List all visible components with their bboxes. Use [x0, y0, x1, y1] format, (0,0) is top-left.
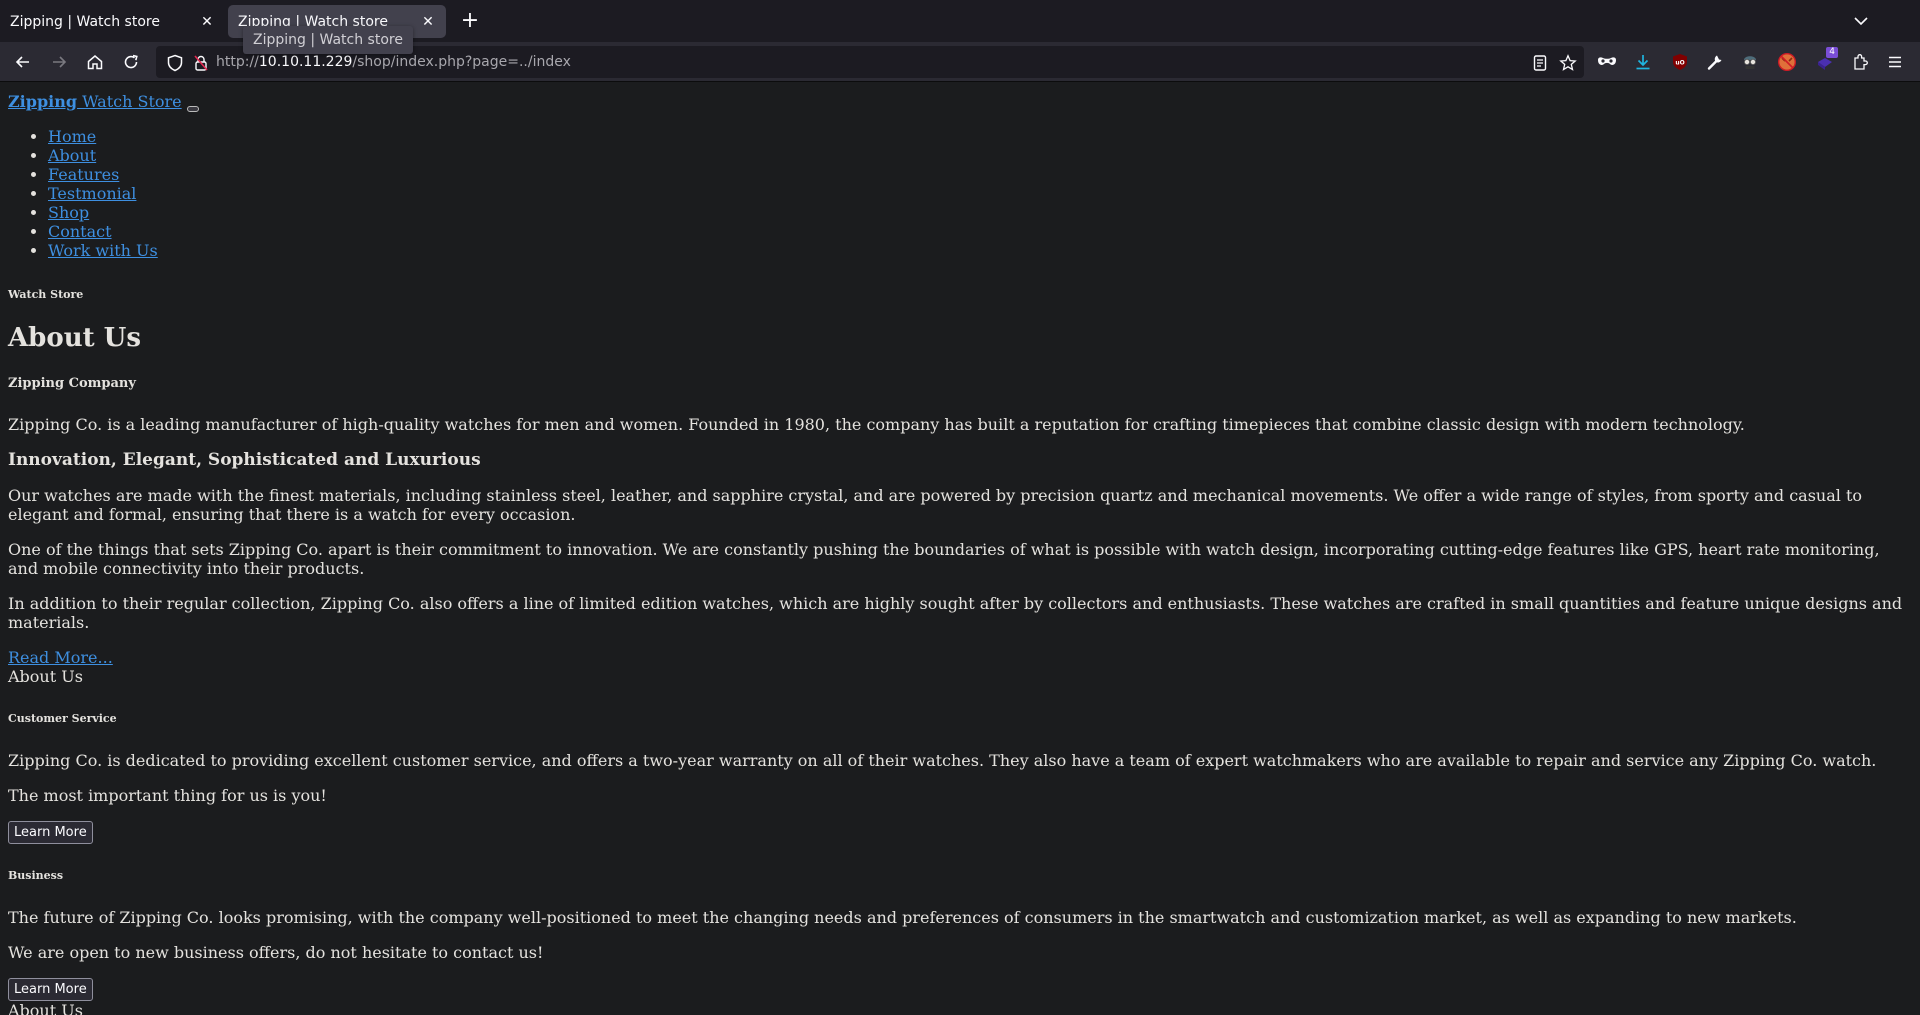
about-paragraph-3: In addition to their regular collection,… — [8, 594, 1903, 632]
download-icon[interactable] — [1629, 48, 1657, 76]
tab-1[interactable]: Zipping | Watch store ✕ — [0, 5, 225, 38]
business-paragraph-1: The future of Zipping Co. looks promisin… — [8, 908, 1797, 927]
nav-link-contact[interactable]: Contact — [48, 222, 112, 241]
close-tab-icon[interactable]: ✕ — [199, 14, 215, 30]
business-heading: Business — [8, 869, 64, 882]
about-subheading: Innovation, Elegant, Sophisticated and L… — [8, 450, 481, 470]
about-paragraph-2: One of the things that sets Zipping Co. … — [8, 540, 1880, 578]
company-heading: Zipping Company — [8, 376, 136, 391]
customer-service-paragraph-1: Zipping Co. is dedicated to providing ex… — [8, 751, 1877, 770]
customer-service-paragraph-2: The most important thing for us is you! — [8, 786, 327, 805]
nav-item-features: Features — [48, 165, 158, 184]
main-nav: Home About Features Testmonial Shop Cont… — [8, 127, 158, 260]
spy-extension-icon[interactable] — [1736, 48, 1764, 76]
nav-item-about: About — [48, 146, 158, 165]
wrench-icon[interactable] — [1701, 48, 1729, 76]
customer-service-heading: Customer Service — [8, 712, 117, 725]
read-more-link[interactable]: Read More... — [8, 648, 113, 667]
business-paragraph-2: We are open to new business offers, do n… — [8, 943, 544, 962]
nav-item-shop: Shop — [48, 203, 158, 222]
section-eyebrow: Watch Store — [8, 288, 84, 301]
brand-bold: Zipping — [8, 92, 78, 111]
bookmark-star-icon[interactable] — [1559, 54, 1577, 72]
nav-link-features[interactable]: Features — [48, 165, 119, 184]
nav-link-shop[interactable]: Shop — [48, 203, 89, 222]
extensions-puzzle-icon[interactable] — [1846, 48, 1874, 76]
tab-title: Zipping | Watch store — [10, 13, 160, 30]
ublock-icon[interactable]: uO — [1666, 48, 1694, 76]
shield-icon[interactable] — [166, 54, 184, 72]
nav-item-testimonial: Testmonial — [48, 184, 158, 203]
tab-tooltip: Zipping | Watch store — [243, 26, 413, 54]
back-icon[interactable] — [9, 48, 37, 76]
svg-text:uO: uO — [1675, 60, 1684, 67]
url-host: 10.10.11.229 — [258, 54, 353, 70]
about-image-alt-text: About Us — [8, 667, 83, 686]
nav-link-about[interactable]: About — [48, 146, 96, 165]
customer-service-learn-more-button[interactable]: Learn More — [8, 821, 93, 844]
brand-link[interactable]: Zipping Watch Store — [8, 92, 182, 111]
nav-item-home: Home — [48, 127, 158, 146]
nav-link-testimonial[interactable]: Testmonial — [48, 184, 136, 203]
url-scheme: http:// — [216, 54, 259, 70]
extension-badge-count: 4 — [1826, 47, 1838, 58]
about-paragraph-1: Our watches are made with the finest mat… — [8, 486, 1863, 524]
forward-icon[interactable] — [45, 48, 73, 76]
business-image-alt-text: About Us — [8, 1001, 83, 1015]
insecure-lock-icon[interactable] — [192, 54, 210, 72]
home-icon[interactable] — [81, 48, 109, 76]
new-tab-button[interactable]: + — [458, 9, 482, 33]
brand-rest: Watch Store — [77, 92, 182, 111]
navbar-toggler-button[interactable] — [187, 106, 199, 112]
cube-extension-icon[interactable]: 4 — [1811, 47, 1839, 76]
private-mask-icon[interactable] — [1593, 48, 1621, 76]
reload-icon[interactable] — [117, 48, 145, 76]
nav-item-work-with-us: Work with Us — [48, 241, 158, 260]
business-learn-more-button[interactable]: Learn More — [8, 978, 93, 1001]
page-content: Zipping Watch Store Home About Features … — [0, 83, 1920, 1015]
reader-view-icon[interactable] — [1531, 54, 1549, 72]
intro-paragraph: Zipping Co. is a leading manufacturer of… — [8, 415, 1745, 434]
nav-link-home[interactable]: Home — [48, 127, 96, 146]
foxyproxy-icon[interactable] — [1773, 48, 1801, 76]
close-tab-icon[interactable]: ✕ — [420, 14, 436, 30]
page-title: About Us — [8, 323, 141, 353]
nav-item-contact: Contact — [48, 222, 158, 241]
hamburger-menu-icon[interactable] — [1881, 48, 1909, 76]
nav-link-work-with-us[interactable]: Work with Us — [48, 241, 158, 260]
url-path: /shop/index.php?page=../index — [352, 54, 571, 70]
list-all-tabs-chevron-down-icon[interactable] — [1848, 8, 1874, 34]
